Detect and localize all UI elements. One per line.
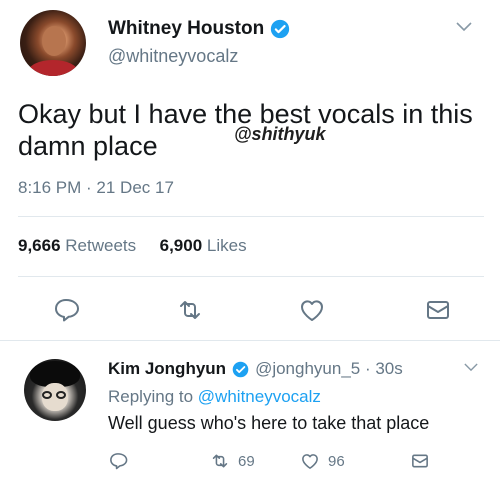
replying-prefix: Replying to bbox=[108, 387, 194, 406]
avatar-glasses bbox=[56, 391, 66, 399]
divider bbox=[18, 276, 484, 277]
avatar-glasses bbox=[42, 391, 52, 399]
retweet-count[interactable]: 9,666 bbox=[18, 236, 61, 255]
reply-icon[interactable] bbox=[108, 451, 128, 471]
reply-text: Well guess who's here to take that place bbox=[108, 413, 430, 433]
like-count[interactable]: 6,900 bbox=[160, 236, 203, 255]
avatar[interactable] bbox=[20, 10, 86, 76]
message-action[interactable] bbox=[410, 451, 430, 471]
retweet-icon[interactable] bbox=[210, 451, 230, 471]
avatar[interactable] bbox=[24, 359, 86, 421]
like-count: 96 bbox=[328, 452, 345, 470]
reply-action[interactable] bbox=[108, 451, 128, 471]
user-handle[interactable]: @whitneyvocalz bbox=[108, 46, 238, 67]
message-icon[interactable] bbox=[410, 451, 430, 471]
like-label[interactable]: Likes bbox=[207, 236, 247, 255]
like-action[interactable]: 96 bbox=[300, 451, 345, 471]
mention-link[interactable]: @whitneyvocalz bbox=[198, 387, 321, 406]
reply-author-row: Kim Jonghyun @jonghyun_5 · 30s bbox=[108, 359, 403, 379]
reply-actions: 69 96 bbox=[0, 451, 500, 475]
retweet-icon[interactable] bbox=[176, 296, 204, 324]
display-name[interactable]: Kim Jonghyun bbox=[108, 359, 226, 379]
author-row: Whitney Houston bbox=[108, 18, 290, 40]
reply-tweet: Kim Jonghyun @jonghyun_5 · 30s Replying … bbox=[0, 341, 500, 491]
engagement-stats: 9,666 Retweets 6,900 Likes bbox=[18, 236, 247, 256]
watermark: @shithyuk bbox=[234, 124, 326, 144]
main-tweet: Whitney Houston @whitneyvocalz Okay but … bbox=[0, 0, 500, 340]
handle-and-time[interactable]: @jonghyun_5 · 30s bbox=[255, 359, 403, 379]
avatar-shirt bbox=[28, 60, 78, 76]
chevron-down-icon[interactable] bbox=[456, 22, 472, 32]
like-icon[interactable] bbox=[298, 296, 326, 324]
verified-badge-icon bbox=[271, 19, 290, 39]
timestamp[interactable]: 8:16 PM · 21 Dec 17 bbox=[18, 178, 174, 198]
avatar-face bbox=[42, 26, 66, 56]
chevron-down-icon[interactable] bbox=[464, 363, 478, 372]
message-icon[interactable] bbox=[424, 296, 452, 324]
retweet-label[interactable]: Retweets bbox=[65, 236, 136, 255]
reply-icon[interactable] bbox=[52, 296, 80, 324]
tweet-actions bbox=[0, 296, 500, 326]
divider bbox=[18, 216, 484, 217]
display-name[interactable]: Whitney Houston bbox=[108, 18, 264, 40]
retweet-action[interactable]: 69 bbox=[210, 451, 255, 471]
like-icon[interactable] bbox=[300, 451, 320, 471]
replying-to: Replying to @whitneyvocalz bbox=[108, 387, 321, 407]
retweet-count: 69 bbox=[238, 452, 255, 470]
verified-badge-icon bbox=[232, 361, 249, 377]
